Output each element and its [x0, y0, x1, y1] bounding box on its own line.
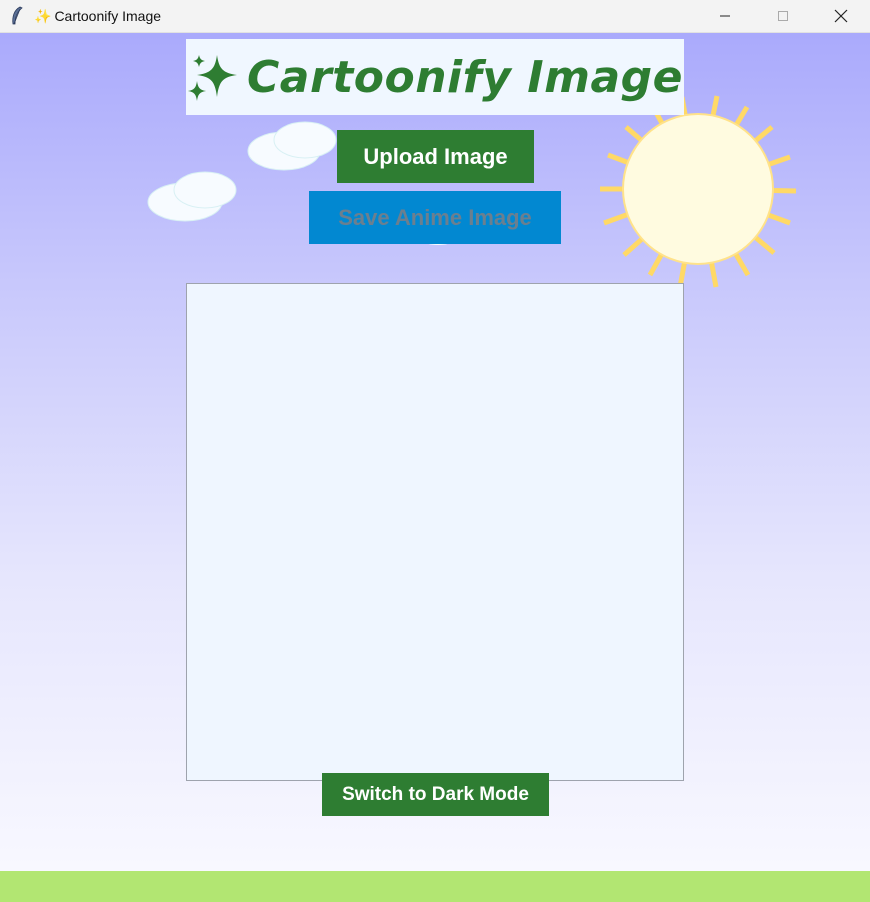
upload-image-button[interactable]: Upload Image: [337, 130, 534, 183]
dark-mode-toggle-button[interactable]: Switch to Dark Mode: [322, 773, 549, 816]
title-sparkle-icon: ✨: [34, 7, 52, 24]
cloud-decoration: [147, 171, 237, 222]
close-button[interactable]: [812, 0, 870, 32]
feather-app-icon: [0, 0, 34, 32]
window-titlebar[interactable]: ✨ Cartoonify Image: [0, 0, 870, 33]
maximize-icon: [778, 11, 788, 21]
image-preview-panel: [186, 283, 684, 781]
cloud-decoration: [247, 121, 337, 171]
page-title-banner: Cartoonify Image: [186, 39, 684, 115]
sun-decoration: [600, 95, 797, 288]
minimize-button[interactable]: [696, 0, 754, 32]
sparkles-icon: [188, 55, 238, 101]
ground-strip: [0, 871, 870, 902]
window-title: Cartoonify Image: [54, 8, 162, 24]
save-anime-image-button[interactable]: Save Anime Image: [309, 191, 561, 244]
close-icon: [834, 9, 848, 23]
minimize-icon: [720, 15, 730, 17]
maximize-button[interactable]: [754, 0, 812, 32]
page-title: Cartoonify Image: [247, 51, 683, 103]
